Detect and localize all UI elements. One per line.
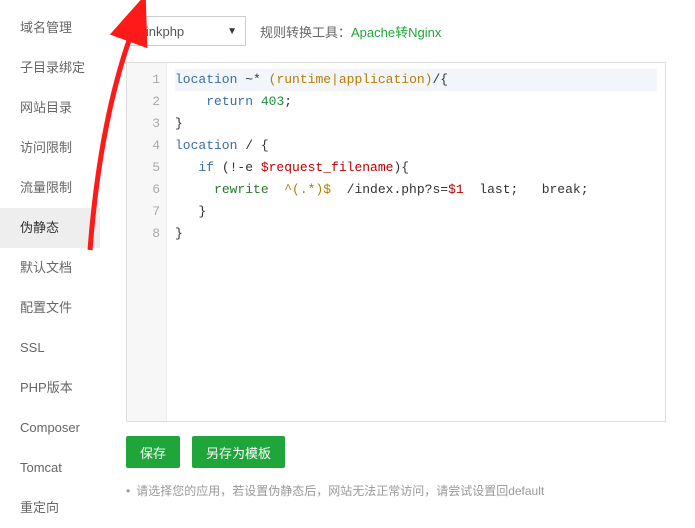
save-as-template-button[interactable]: 另存为模板 bbox=[192, 436, 285, 468]
sidebar-item-traffic-limit[interactable]: 流量限制 bbox=[0, 168, 100, 208]
sidebar-item-php[interactable]: PHP版本 bbox=[0, 368, 100, 408]
save-button[interactable]: 保存 bbox=[126, 436, 180, 468]
hint-text: • 请选择您的应用，若设置伪静态后，网站无法正常访问，请尝试设置回default bbox=[126, 482, 679, 499]
editor-code[interactable]: location ~* (runtime|application)/{ retu… bbox=[167, 63, 665, 421]
editor-gutter: 12345678 bbox=[127, 63, 167, 421]
sidebar-item-config[interactable]: 配置文件 bbox=[0, 288, 100, 328]
bullet-icon: • bbox=[126, 484, 130, 498]
convert-tool: 规则转换工具：Apache转Nginx bbox=[260, 22, 441, 41]
sidebar-item-ssl[interactable]: SSL bbox=[0, 328, 100, 368]
convert-label: 规则转换工具： bbox=[260, 25, 351, 40]
code-editor[interactable]: 12345678 location ~* (runtime|applicatio… bbox=[126, 62, 666, 422]
rewrite-template-select[interactable]: thinkphp ▼ bbox=[126, 16, 246, 46]
select-value: thinkphp bbox=[135, 24, 184, 39]
main-panel: thinkphp ▼ 规则转换工具：Apache转Nginx 12345678 … bbox=[100, 0, 695, 520]
sidebar-item-access-limit[interactable]: 访问限制 bbox=[0, 128, 100, 168]
sidebar-item-domain[interactable]: 域名管理 bbox=[0, 8, 100, 48]
chevron-down-icon: ▼ bbox=[227, 26, 237, 37]
sidebar: 域名管理 子目录绑定 网站目录 访问限制 流量限制 伪静态 默认文档 配置文件 … bbox=[0, 0, 100, 520]
sidebar-item-tomcat[interactable]: Tomcat bbox=[0, 448, 100, 488]
sidebar-item-redirect[interactable]: 重定向 bbox=[0, 488, 100, 528]
sidebar-item-rewrite[interactable]: 伪静态 bbox=[0, 208, 100, 248]
sidebar-item-composer[interactable]: Composer bbox=[0, 408, 100, 448]
convert-link[interactable]: Apache转Nginx bbox=[351, 25, 441, 40]
sidebar-item-subdir[interactable]: 子目录绑定 bbox=[0, 48, 100, 88]
sidebar-item-sitedir[interactable]: 网站目录 bbox=[0, 88, 100, 128]
sidebar-item-default-doc[interactable]: 默认文档 bbox=[0, 248, 100, 288]
hint-content: 请选择您的应用，若设置伪静态后，网站无法正常访问，请尝试设置回default bbox=[136, 484, 544, 498]
